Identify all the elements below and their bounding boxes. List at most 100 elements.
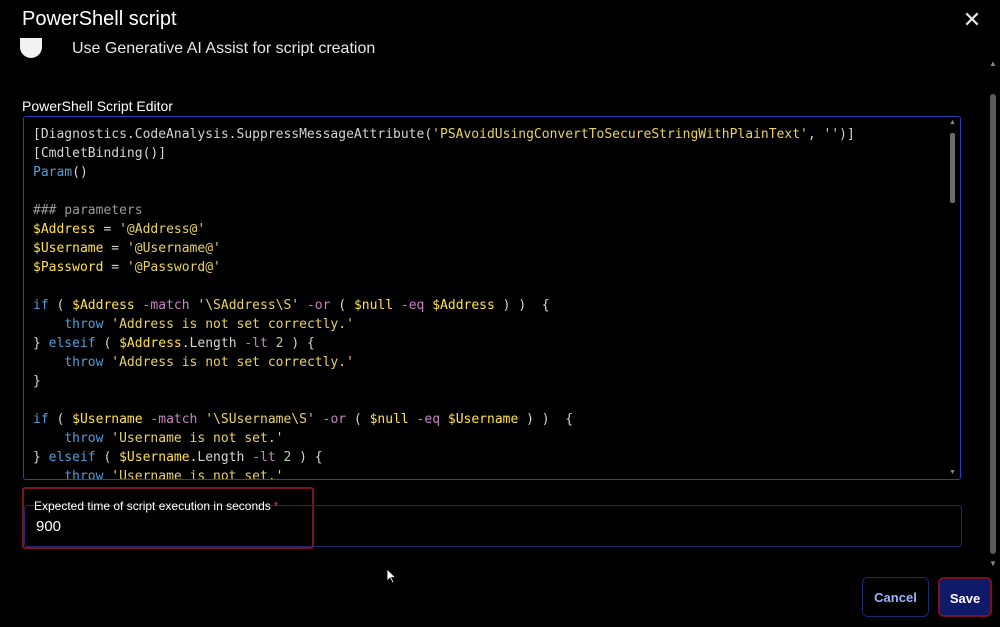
code-token: throw (64, 317, 104, 332)
code-token: -match (134, 298, 198, 313)
code-line: $Address = '@Address@' (33, 220, 855, 239)
editor-scrollbar[interactable]: ▲ ▼ (948, 119, 957, 477)
code-line: } elseif ( $Address.Length -lt 2 ) { (33, 334, 855, 353)
code-token: -lt (252, 450, 276, 465)
editor-label: PowerShell Script Editor (22, 98, 173, 114)
execution-time-label: Expected time of script execution in sec… (34, 499, 278, 513)
code-token: $Address (33, 222, 96, 237)
code-token: } (33, 450, 49, 465)
code-token: if (33, 298, 49, 313)
code-token: .Length (181, 336, 245, 351)
code-line: ### parameters (33, 201, 855, 220)
code-line: Param() (33, 163, 855, 182)
code-token: throw (64, 355, 104, 370)
code-token: [Diagnostics.CodeAnalysis.SuppressMessag… (33, 127, 433, 142)
page-scroll-down-icon[interactable]: ▼ (988, 560, 998, 568)
code-line: if ( $Username -match '\SUsername\S' -or… (33, 410, 855, 429)
code-token: ( (48, 412, 73, 427)
code-token: , (807, 127, 824, 142)
code-token: .Length (189, 450, 253, 465)
code-line: [Diagnostics.CodeAnalysis.SuppressMessag… (33, 125, 855, 144)
code-token: 2 (275, 336, 284, 351)
code-line: } (33, 372, 855, 391)
code-token: ) { (283, 336, 315, 351)
editor-scroll-thumb[interactable] (950, 133, 955, 203)
code-line: } elseif ( $Username.Length -lt 2 ) { (33, 448, 855, 467)
code-token: ) ) { (518, 412, 574, 427)
page-scrollbar[interactable]: ▲ ▼ (988, 60, 998, 568)
code-token: $Address (72, 298, 135, 313)
code-line: $Password = '@Password@' (33, 258, 855, 277)
code-token: $Username (447, 412, 519, 427)
code-token: $Username (72, 412, 143, 427)
code-token: -eq (393, 298, 433, 313)
field-highlight (22, 487, 314, 549)
code-token: '\SUsername\S' (205, 412, 315, 427)
code-token: $Username (119, 450, 190, 465)
mouse-cursor-icon (386, 568, 397, 584)
script-editor[interactable]: [Diagnostics.CodeAnalysis.SuppressMessag… (23, 116, 961, 480)
code-line: throw 'Address is not set correctly.' (33, 353, 855, 372)
code-token: )] (839, 127, 855, 142)
code-token: '@Address@' (119, 222, 206, 237)
code-line: throw 'Username is not set.' (33, 467, 855, 480)
code-token: $Username (33, 241, 104, 256)
scroll-up-icon[interactable]: ▲ (948, 119, 957, 127)
code-token: 'Username is not set.' (111, 469, 284, 480)
code-line: [CmdletBinding()] (33, 144, 855, 163)
code-token: throw (64, 469, 104, 480)
execution-time-label-text: Expected time of script execution in sec… (34, 499, 271, 513)
cancel-button[interactable]: Cancel (862, 577, 929, 617)
page-scroll-up-icon[interactable]: ▲ (988, 60, 998, 68)
close-icon[interactable]: ✕ (960, 8, 984, 32)
code-token: } (33, 336, 49, 351)
code-token: '\SAddress\S' (197, 298, 300, 313)
code-token: () (72, 165, 88, 180)
script-code[interactable]: [Diagnostics.CodeAnalysis.SuppressMessag… (33, 125, 855, 480)
code-line: $Username = '@Username@' (33, 239, 855, 258)
code-token: -eq (408, 412, 448, 427)
scroll-down-icon[interactable]: ▼ (948, 469, 957, 477)
code-token: 'PSAvoidUsingConvertToSecureStringWithPl… (432, 127, 808, 142)
code-token: ) ) { (494, 298, 550, 313)
code-line: if ( $Address -match '\SAddress\S' -or (… (33, 296, 855, 315)
code-token: elseif (48, 450, 96, 465)
code-token: '' (823, 127, 840, 142)
code-token: '@Password@' (126, 260, 221, 275)
code-token: elseif (48, 336, 96, 351)
code-token: -or (314, 412, 347, 427)
page-scroll-thumb[interactable] (990, 94, 996, 554)
code-token: 'Address is not set correctly.' (111, 317, 354, 332)
dialog-title: PowerShell script (22, 8, 177, 30)
save-button[interactable]: Save (938, 577, 992, 617)
code-token: $Address (119, 336, 182, 351)
code-token: 'Username is not set.' (111, 431, 284, 446)
code-token: ( (95, 450, 120, 465)
code-token: ( (95, 336, 120, 351)
code-token: if (33, 412, 49, 427)
code-token: Param (33, 165, 73, 180)
code-line: throw 'Address is not set correctly.' (33, 315, 855, 334)
code-token: = (95, 222, 120, 237)
code-token: [CmdletBinding()] (33, 146, 167, 161)
ai-assist-toggle[interactable] (20, 38, 42, 58)
code-token: ( (48, 298, 73, 313)
code-token: -or (299, 298, 331, 313)
ai-assist-label: Use Generative AI Assist for script crea… (72, 40, 376, 56)
code-token: $Address (432, 298, 495, 313)
execution-time-input[interactable]: 900 (36, 518, 61, 535)
code-token: ### parameters (33, 203, 143, 218)
code-token: ( (346, 412, 370, 427)
code-token: $null (369, 412, 409, 427)
code-token: ) { (291, 450, 323, 465)
code-token: -lt (244, 336, 268, 351)
code-token: '@Username@' (126, 241, 221, 256)
